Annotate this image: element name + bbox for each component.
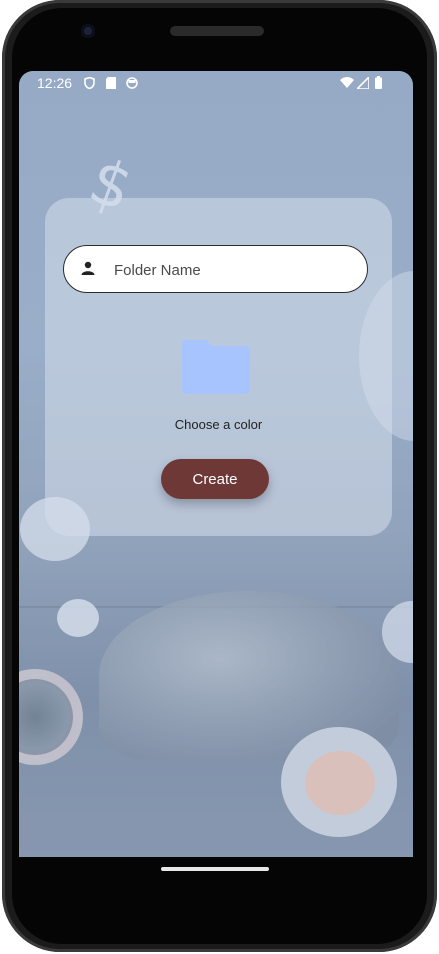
earpiece-speaker	[170, 26, 264, 36]
front-camera	[81, 24, 95, 38]
status-time: 12:26	[37, 75, 73, 91]
home-gesture-bar[interactable]	[161, 867, 269, 871]
create-folder-card: Choose a color Create	[45, 198, 392, 536]
folder-name-field[interactable]	[63, 245, 368, 294]
background-ring	[281, 727, 397, 837]
status-bar: 12:26	[19, 71, 413, 95]
wifi-icon	[340, 76, 354, 89]
smiley-icon	[126, 76, 138, 89]
folder-name-input[interactable]	[112, 246, 356, 294]
shield-icon	[83, 76, 95, 89]
folder-icon[interactable]	[182, 340, 250, 394]
sd-card-icon	[105, 76, 117, 89]
signal-icon	[357, 76, 369, 89]
battery-icon	[374, 76, 382, 89]
person-icon	[80, 260, 96, 276]
background-bubble	[305, 751, 375, 815]
background-table-edge	[19, 606, 413, 608]
create-button[interactable]: Create	[161, 459, 269, 499]
background-bubble	[382, 601, 413, 663]
background-ring	[19, 669, 83, 765]
background-bubble	[57, 599, 99, 637]
choose-color-label[interactable]: Choose a color	[45, 417, 392, 432]
background-coins	[99, 591, 399, 761]
app-screen: $ 12:26 Folder Name Choose a color Creat…	[19, 71, 413, 857]
